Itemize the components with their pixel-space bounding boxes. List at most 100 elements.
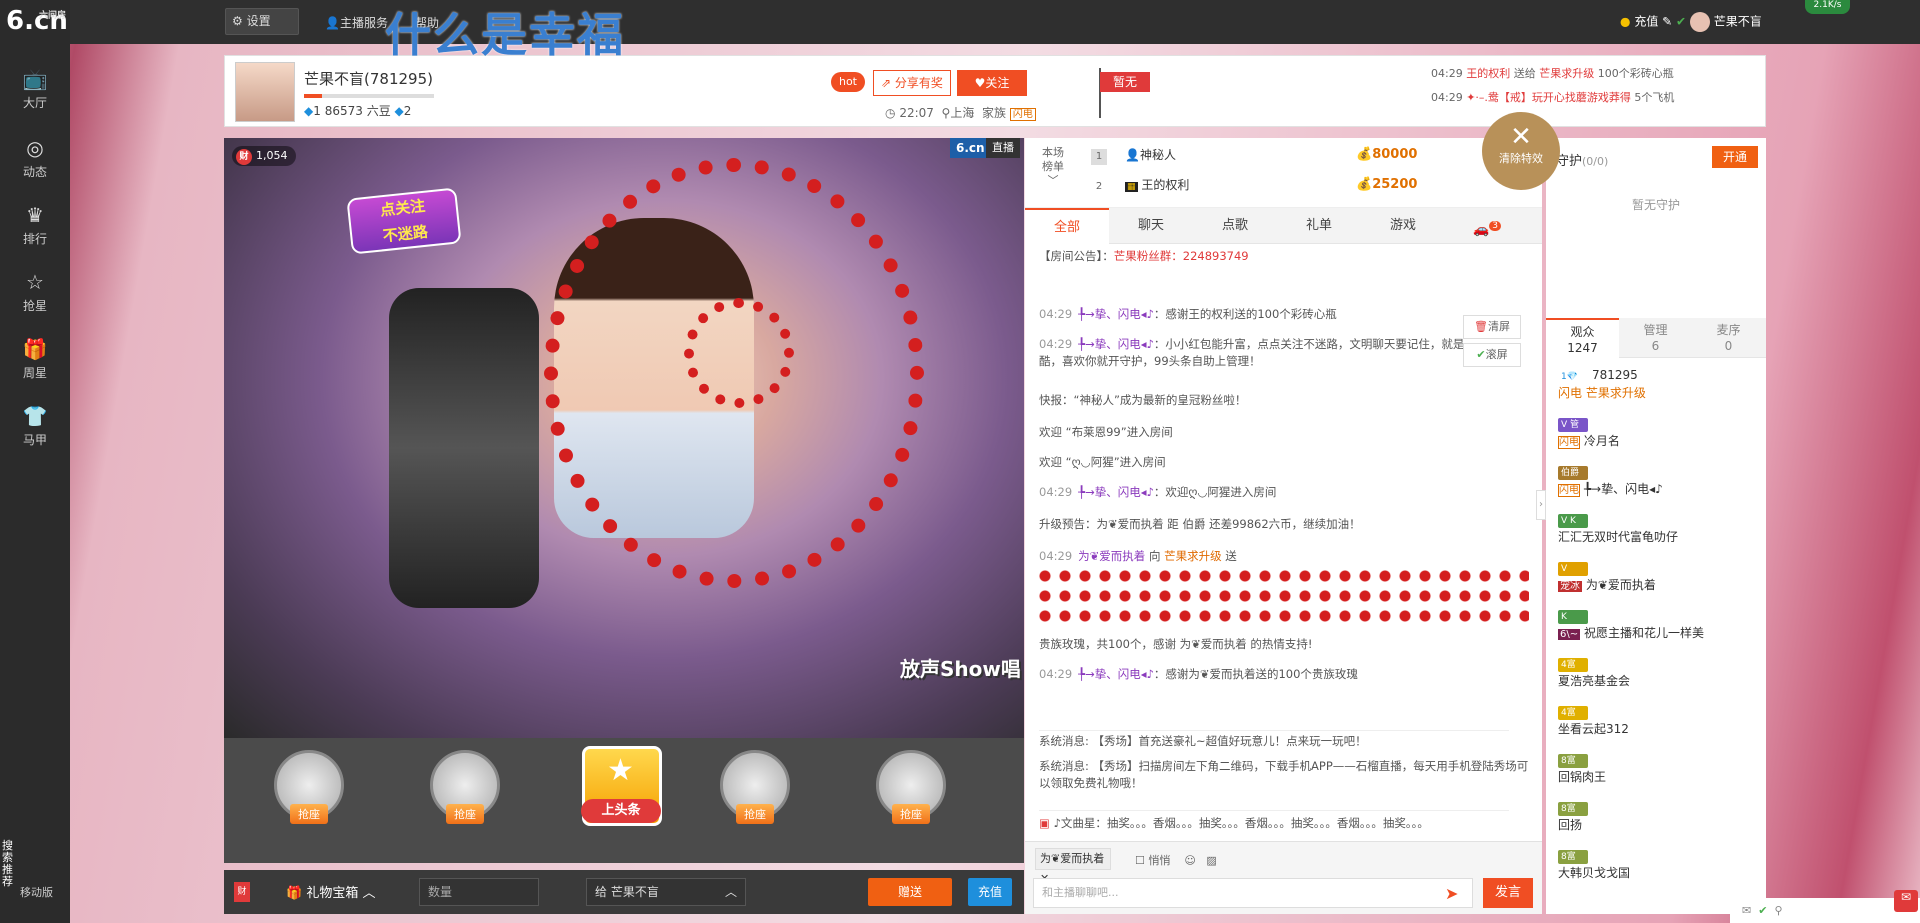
tab-admins[interactable]: 管理 6 [1619, 318, 1692, 358]
check-icon[interactable]: ✔ [1758, 904, 1767, 917]
checkbox[interactable]: ☐ [1135, 854, 1145, 867]
msg-user[interactable]: ╄→挚、闪电◂♪ [1078, 667, 1154, 681]
audience-item[interactable]: K 6\~ 祝愿主播和花儿一样美 [1558, 606, 1758, 646]
chevron-right-icon[interactable]: › [1536, 490, 1546, 520]
audience-item[interactable]: V 宠冰 为❦爱而执着 [1558, 558, 1758, 598]
scroll-toggle-button[interactable]: ✔滚屏 [1463, 343, 1521, 367]
nav-week-star[interactable]: 🎁 周星 [0, 328, 70, 388]
message-fab-icon[interactable]: ✉ [1894, 890, 1918, 912]
post-button[interactable]: 发言 [1483, 878, 1533, 908]
grab-seat-button[interactable]: 抢座 [446, 804, 484, 824]
follow-button[interactable]: ♥关注 [957, 70, 1027, 96]
search-recommend-link[interactable]: 搜索推荐 [2, 840, 16, 888]
level-badge: 伯爵 [1558, 466, 1588, 480]
share-button[interactable]: ⇗ 分享有奖 [873, 70, 951, 96]
seat-1[interactable]: 抢座 [264, 750, 354, 840]
audience-item[interactable]: 伯爵 闪电 ╄→挚、闪电◂♪ [1558, 462, 1758, 502]
msg-user[interactable]: ╄→挚、闪电◂♪ [1078, 337, 1154, 351]
rank-title[interactable]: 本场 榜单 ﹀ [1033, 146, 1073, 188]
headline-button[interactable]: ★ 上头条 [581, 746, 662, 826]
nav-hall[interactable]: 📺 大厅 [0, 58, 70, 118]
video-stream[interactable]: 财 1,054 6.cn 直播 点关注 不迷路 放声Show唱 [224, 138, 1024, 738]
rank-row[interactable]: 1 👤神秘人 💰80000 [1091, 142, 1531, 168]
rank-value: 💰80000 [1356, 142, 1417, 168]
recipient-select[interactable]: 给 芒果不盲 ︿ [586, 878, 746, 906]
chat-tabs: 全部 聊天 点歌 礼单 游戏 🚗 3 [1025, 208, 1542, 244]
mobile-version-link[interactable]: 移动版 [20, 884, 53, 900]
wealth-icon[interactable]: 财 [234, 882, 250, 902]
recharge-button[interactable]: 充值 [968, 878, 1012, 906]
send-arrow-icon[interactable]: ➤ [1445, 884, 1458, 903]
host-service-link[interactable]: 👤主播服务 [325, 14, 388, 31]
gift-bar: 财 🎁 礼物宝箱 ︿ 数量 给 芒果不盲 ︿ 赠送 充值 [224, 870, 1024, 914]
nav-label: 排行 [22, 232, 47, 246]
tab-chat[interactable]: 聊天 [1109, 208, 1193, 244]
nav-grab-star[interactable]: ☆ 抢星 [0, 261, 70, 321]
emoji-icon[interactable]: ☺ [1184, 854, 1195, 867]
mail-icon[interactable]: ✉ [1742, 904, 1751, 917]
rank-name: 神秘人 [1139, 148, 1176, 162]
audience-item[interactable]: 4富 夏浩亮基金会 [1558, 654, 1758, 694]
feed-to[interactable]: 芒果求升级 [1539, 67, 1594, 80]
whisper-toggle[interactable]: ☐ 悄悄 ☺ ▨ [1135, 852, 1217, 868]
audience-item[interactable]: 8富 回扬 [1558, 798, 1758, 838]
tab-mic-queue[interactable]: 麦序 0 [1692, 318, 1765, 358]
tab-gift-list[interactable]: 礼单 [1277, 208, 1361, 244]
coin-stack-icon: 💰 [1356, 147, 1373, 162]
image-icon[interactable]: ▨ [1206, 854, 1216, 867]
grab-seat-button[interactable]: 抢座 [290, 804, 328, 824]
seat-2[interactable]: 抢座 [420, 750, 510, 840]
open-guard-button[interactable]: 开通 [1712, 146, 1758, 168]
send-gift-button[interactable]: 赠送 [868, 878, 952, 906]
host-avatar[interactable] [235, 62, 295, 122]
tab-audience[interactable]: 观众 1247 [1546, 318, 1619, 358]
clear-effects-button[interactable]: ✕ 清除特效 [1482, 112, 1560, 190]
car-icon: 🚗 [1473, 222, 1490, 238]
site-logo[interactable]: 6.cn 六间房 [6, 6, 68, 40]
family-badge[interactable]: 闪电 [1009, 108, 1036, 121]
edit-icon[interactable]: ✎ [1662, 15, 1676, 29]
grab-seat-button[interactable]: 抢座 [892, 804, 930, 824]
clear-screen-button[interactable]: 🗑清屏 [1463, 315, 1521, 339]
quantity-input[interactable]: 数量 [419, 878, 539, 906]
user-avatar[interactable] [1689, 12, 1710, 32]
chat-target[interactable]: 为❦爱而执着 ✕ [1035, 848, 1111, 885]
audience-sub: 6\~ [1558, 629, 1581, 640]
audience-item[interactable]: V K 汇汇无双时代富龟叻仔 [1558, 510, 1758, 550]
nav-feed[interactable]: ◎ 动态 [0, 127, 70, 187]
follow-sticker[interactable]: 点关注 不迷路 [346, 187, 462, 255]
audience-item[interactable]: 8富 回锅肉王 [1558, 750, 1758, 790]
level-badge: K [1558, 610, 1588, 624]
audience-item[interactable]: 1💎 781295 闪电 芒果求升级 [1558, 366, 1758, 406]
seat-4[interactable]: 抢座 [866, 750, 956, 840]
username[interactable]: 芒果不盲 [1714, 15, 1762, 29]
gift-box-button[interactable]: 🎁 礼物宝箱 ︿ [286, 882, 376, 901]
msg-user[interactable]: ╄→挚、闪电◂♪ [1078, 485, 1154, 499]
chat-input[interactable]: 和主播聊聊吧... [1033, 878, 1473, 908]
msg-user[interactable]: 为❦爱而执着 [1078, 549, 1145, 563]
msg-user[interactable]: ╄→挚、闪电◂♪ [1078, 307, 1154, 321]
tab-song[interactable]: 点歌 [1193, 208, 1277, 244]
tab-all[interactable]: 全部 [1025, 208, 1109, 244]
recharge-link[interactable]: 充值 [1634, 15, 1658, 29]
rank-row[interactable]: 2 ▦ 王的权利 💰25200 [1091, 172, 1531, 198]
feed-from[interactable]: 王的权利 [1466, 67, 1510, 80]
audience-item[interactable]: 4富 坐看云起312 [1558, 702, 1758, 742]
settings-button[interactable]: ⚙ 设置 [225, 8, 299, 35]
msg-recipient[interactable]: 芒果求升级 [1164, 549, 1222, 563]
nav-ranking[interactable]: ♛ 排行 [0, 194, 70, 254]
grab-seat-button[interactable]: 抢座 [736, 804, 774, 824]
chevron-down-icon: ﹀ [1047, 174, 1059, 187]
feed-from[interactable]: ✦·–.鸯【戒】玩开心找蘑游戏莽得 [1466, 91, 1631, 104]
host-name[interactable]: 芒果不盲(781295) [304, 68, 433, 89]
zoom-icon[interactable]: ⚲ [1774, 904, 1782, 917]
seat-3[interactable]: 抢座 [710, 750, 800, 840]
tab-car[interactable]: 🚗 3 [1445, 208, 1529, 244]
msg-time: 04:29 [1039, 549, 1073, 563]
nav-vest[interactable]: 👕 马甲 [0, 395, 70, 455]
tab-game[interactable]: 游戏 [1361, 208, 1445, 244]
audience-item[interactable]: 8富 大韩贝戈戈国 [1558, 846, 1758, 886]
audience-item[interactable]: V 管闪电 冷月名 [1558, 414, 1758, 454]
feed-time: 04:29 [1431, 91, 1463, 104]
feed-time: 04:29 [1431, 67, 1463, 80]
